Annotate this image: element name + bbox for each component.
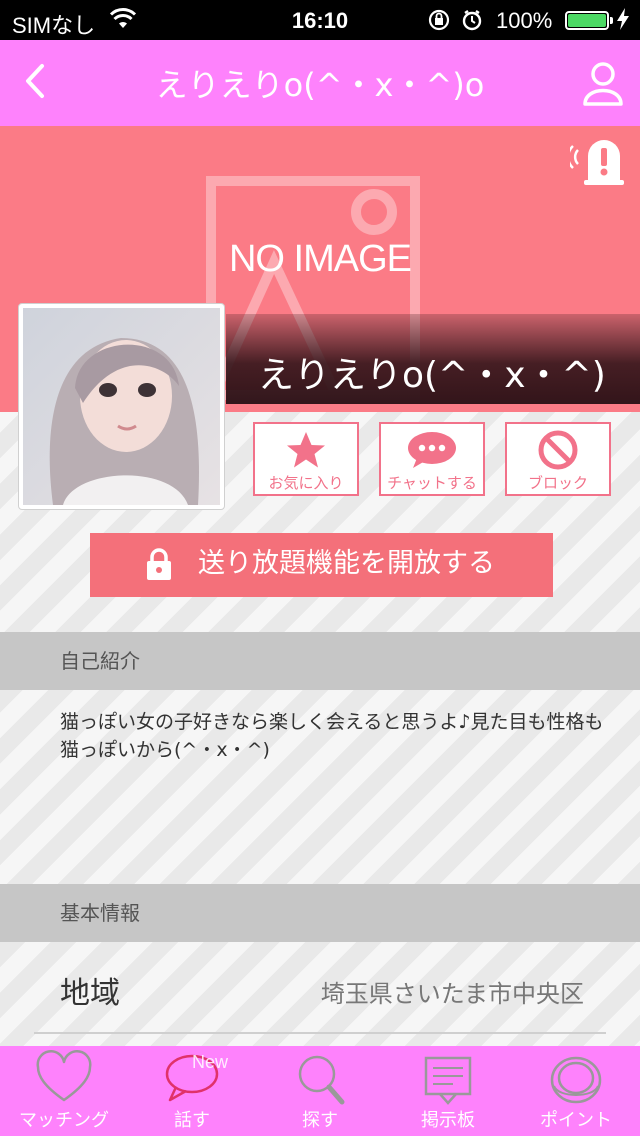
intro-header: 自己紹介 — [0, 632, 640, 690]
battery-percent: 100% — [496, 8, 553, 33]
basic-info-heading: 基本情報 — [60, 901, 140, 925]
favorite-button[interactable]: お気に入り — [253, 422, 359, 496]
search-icon — [298, 1055, 345, 1105]
profile-button[interactable] — [580, 60, 626, 108]
tab-label: 掲示板 — [421, 1110, 475, 1131]
favorite-label: お気に入り — [268, 474, 344, 492]
info-key: 地域 — [60, 976, 120, 1011]
tab-label: 話す — [174, 1110, 210, 1131]
tab-bar: マッチング New 話す 探す 掲示板 ポイント — [0, 1046, 640, 1136]
tab-label: ポイント — [540, 1110, 612, 1131]
tab-label: 探す — [302, 1110, 338, 1131]
chat-button[interactable]: チャットする — [379, 422, 485, 496]
tab-points[interactable]: ポイント — [512, 1046, 640, 1136]
new-badge: New — [192, 1052, 229, 1072]
board-icon — [424, 1056, 472, 1105]
block-button[interactable]: ブロック — [505, 422, 611, 496]
avatar-photo — [23, 308, 220, 505]
avatar[interactable] — [18, 303, 225, 510]
coin-icon — [550, 1056, 602, 1104]
no-image-label: NO IMAGE — [228, 238, 412, 280]
tab-label: マッチング — [19, 1110, 109, 1131]
charging-bolt-icon — [616, 8, 630, 36]
heart-icon — [36, 1050, 92, 1102]
info-row-region: 地域 埼玉県さいたま市中央区 — [34, 958, 606, 1034]
back-button[interactable] — [20, 58, 60, 104]
chat-label: チャットする — [387, 474, 477, 492]
tab-matching[interactable]: マッチング — [0, 1046, 128, 1136]
page-title: えりえりo(^・x・^)o — [155, 66, 485, 104]
intro-text: 猫っぽい女の子好きなら楽しく会えると思うよ♪見た目も性格も猫っぽいから(^・x・… — [60, 711, 604, 761]
star-icon — [287, 432, 325, 468]
unlock-unlimited-button[interactable]: 送り放題機能を開放する — [90, 533, 553, 597]
profile-name: えりえりo(^・x・^) — [258, 355, 606, 396]
block-label: ブロック — [527, 474, 588, 492]
tab-board[interactable]: 掲示板 — [384, 1046, 512, 1136]
lock-icon — [147, 548, 171, 580]
user-icon — [583, 62, 623, 106]
tab-search[interactable]: 探す — [256, 1046, 384, 1136]
info-value: 埼玉県さいたま市中央区 — [320, 980, 584, 1008]
basic-info-header: 基本情報 — [0, 884, 640, 942]
status-bar: SIMなし 16:10 100% — [0, 0, 640, 40]
orientation-lock-icon — [428, 8, 484, 38]
block-icon — [538, 430, 578, 470]
report-button[interactable] — [566, 136, 626, 186]
chat-bubble-icon — [408, 432, 456, 468]
unlock-label: 送り放題機能を開放する — [198, 548, 495, 579]
alert-icon — [566, 140, 624, 185]
tab-talk[interactable]: New 話す — [128, 1046, 256, 1136]
battery-icon — [565, 11, 613, 30]
nav-bar: えりえりo(^・x・^)o — [0, 40, 640, 126]
intro-heading: 自己紹介 — [60, 649, 140, 673]
chevron-left-icon — [26, 64, 44, 98]
